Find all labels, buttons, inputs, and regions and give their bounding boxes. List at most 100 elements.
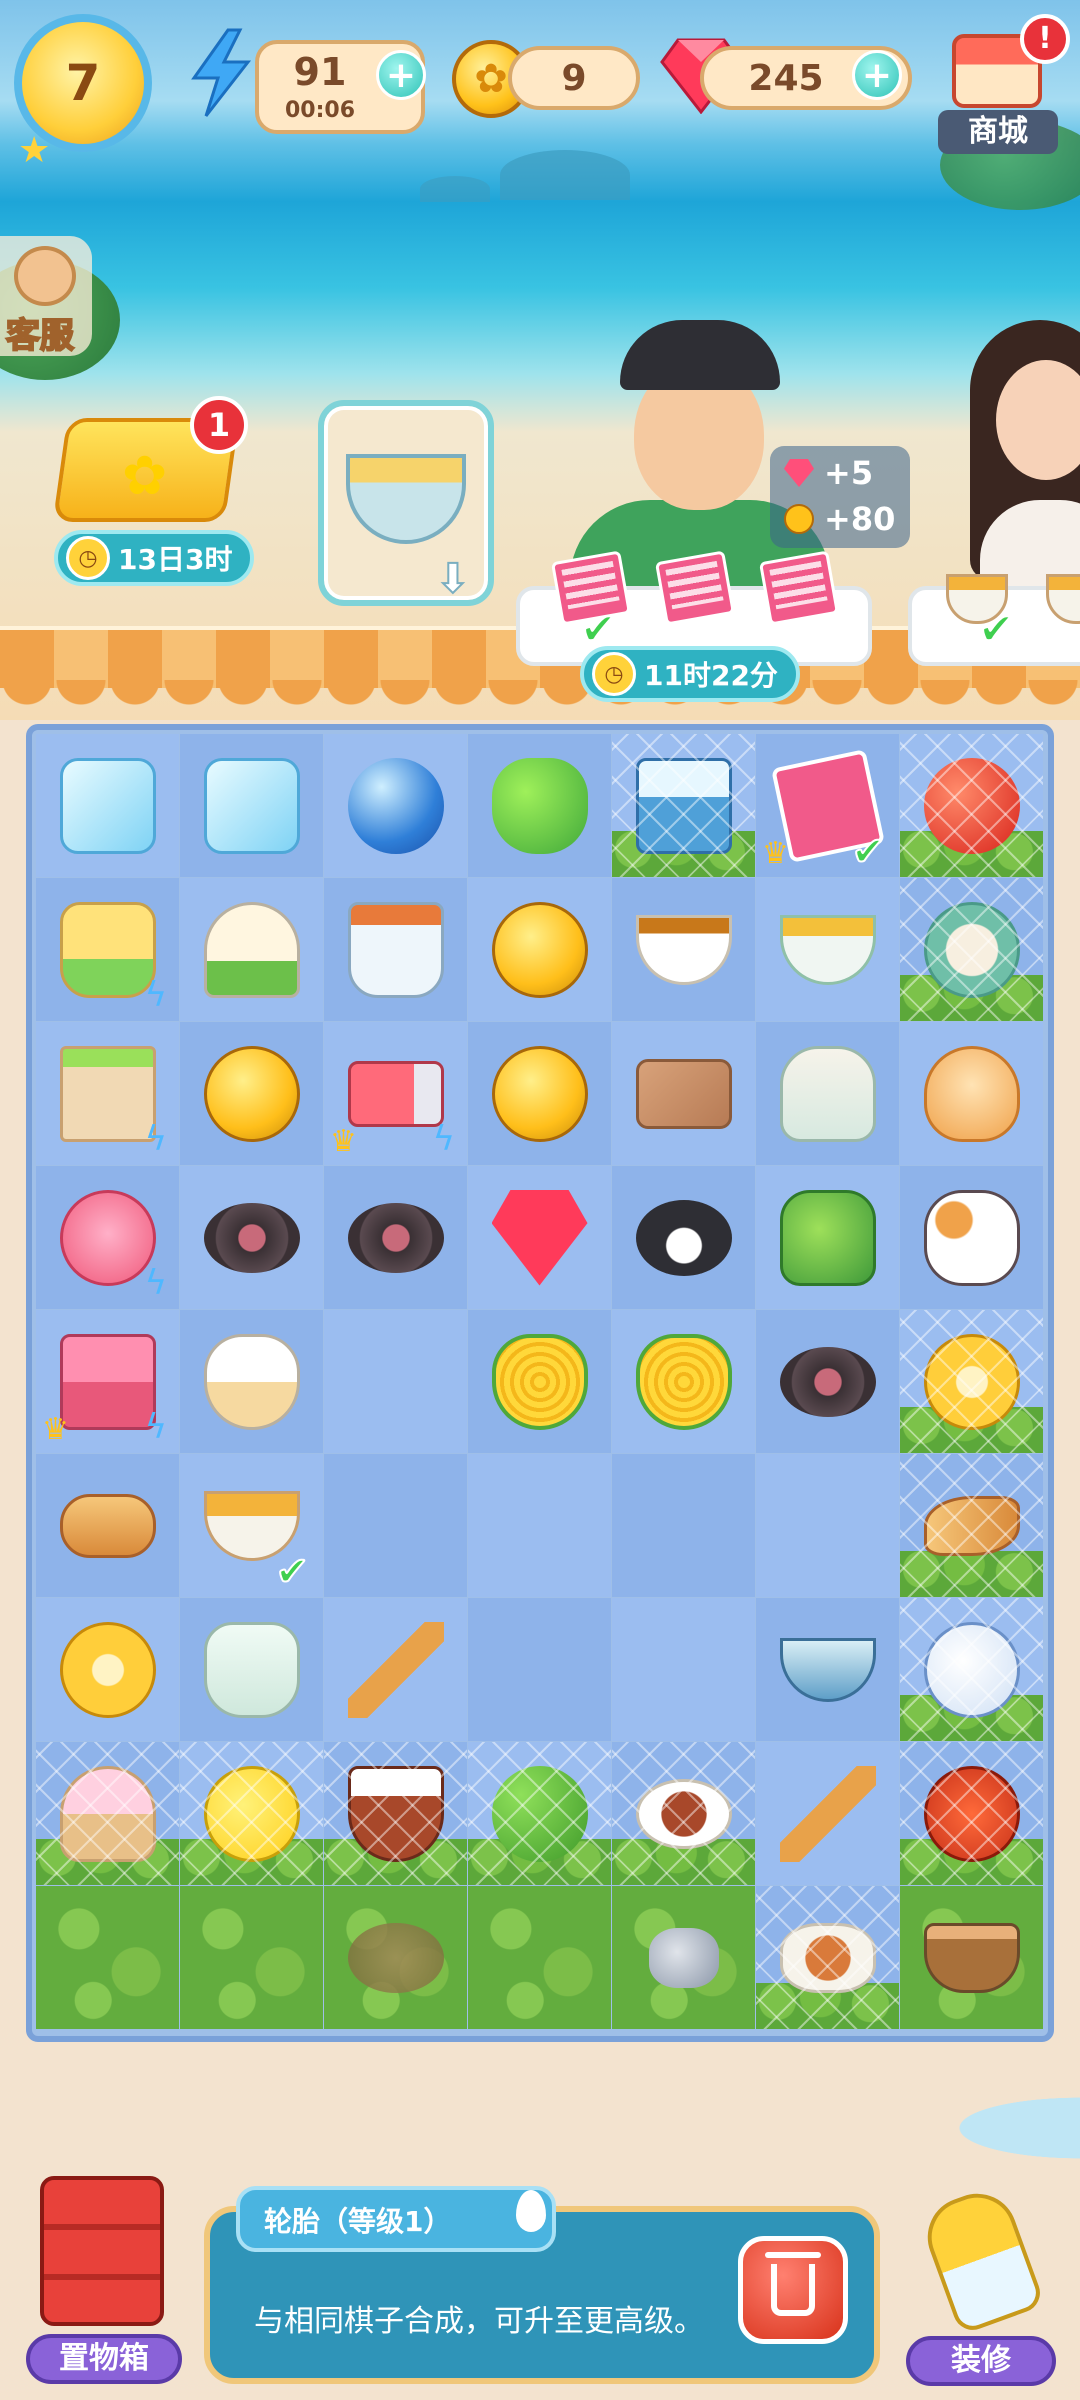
calico-cat-icon bbox=[923, 1189, 1020, 1286]
board-cell-road-sign[interactable]: ♛ ✔ bbox=[756, 734, 899, 877]
board-cell-crab-dish[interactable] bbox=[900, 1742, 1043, 1885]
board-cell-blue-orb[interactable] bbox=[324, 734, 467, 877]
board-cell-gold-coins[interactable] bbox=[468, 1022, 611, 1165]
board-cell-rock[interactable] bbox=[612, 1886, 755, 2029]
trash-icon bbox=[765, 2252, 821, 2316]
board-cell-empty[interactable] bbox=[756, 1454, 899, 1597]
gold-coins-icon bbox=[491, 1045, 588, 1142]
board-cell-teapot[interactable] bbox=[900, 1598, 1043, 1741]
board-cell-empty[interactable] bbox=[612, 1454, 755, 1597]
monkey-avatar-icon bbox=[14, 246, 76, 306]
board-cell-empty[interactable] bbox=[324, 1310, 467, 1453]
board-cell-dirt-patch[interactable] bbox=[324, 1886, 467, 2029]
board-cell-dumpling-bowl[interactable] bbox=[900, 878, 1043, 1021]
add-gems-button[interactable]: + bbox=[852, 50, 902, 100]
coin-reward-value: +80 bbox=[824, 500, 896, 538]
board-cell-cat-tire-toy[interactable] bbox=[756, 1310, 899, 1453]
board-cell-gold-coins[interactable] bbox=[468, 878, 611, 1021]
board-cell-food-machine[interactable]: ♛ ϟ bbox=[36, 1310, 179, 1453]
board-cell-coin-pile[interactable] bbox=[180, 1022, 323, 1165]
egg-soup-bowl-icon bbox=[779, 914, 876, 985]
lightning-icon: ϟ bbox=[144, 1119, 167, 1159]
board-cell-green-pepper[interactable] bbox=[468, 734, 611, 877]
cobweb-lock bbox=[612, 1742, 755, 1885]
board-cell-tea-cup[interactable] bbox=[612, 878, 755, 1021]
lightning-icon: ϟ bbox=[144, 975, 167, 1015]
board-cell-tire[interactable] bbox=[324, 1166, 467, 1309]
board-cell-grass[interactable] bbox=[468, 1886, 611, 2029]
order-card[interactable]: ⬇ bbox=[318, 400, 494, 606]
board-cell-corn-kernel[interactable] bbox=[612, 1310, 755, 1453]
shop-button[interactable]: 商城 ! bbox=[938, 14, 1070, 154]
board-cell-sake-set[interactable] bbox=[756, 1022, 899, 1165]
board-cell-juicer[interactable]: ϟ bbox=[36, 878, 179, 1021]
board-cell-empty[interactable] bbox=[468, 1454, 611, 1597]
coin-icon bbox=[784, 504, 814, 534]
board-cell-fried-snack[interactable] bbox=[36, 1454, 179, 1597]
board-cell-golden-fan[interactable] bbox=[36, 1598, 179, 1741]
item-title: 轮胎（等级1） bbox=[264, 2205, 452, 2238]
board-cell-empty[interactable] bbox=[612, 1598, 755, 1741]
board-cell-lemon-bowl[interactable] bbox=[180, 1742, 323, 1885]
board-cell-grocery-bag[interactable]: ϟ bbox=[36, 1022, 179, 1165]
board-cell-empty[interactable] bbox=[324, 1454, 467, 1597]
board-cell-cherries[interactable] bbox=[900, 734, 1043, 877]
board-cell-corn-cob[interactable] bbox=[468, 1310, 611, 1453]
board-cell-delivery-truck[interactable]: ♛ ϟ bbox=[324, 1022, 467, 1165]
gem-icon bbox=[784, 459, 814, 487]
coin-pile-icon bbox=[203, 1045, 300, 1142]
energy-value: 91 bbox=[293, 50, 347, 94]
board-cell-ice-bowl[interactable] bbox=[36, 734, 179, 877]
board-cell-tree-stump[interactable] bbox=[900, 1886, 1043, 2029]
board-cell-green-jug[interactable] bbox=[756, 1166, 899, 1309]
star-icon: ★ bbox=[18, 130, 51, 171]
lemon-squeezer-icon bbox=[203, 901, 300, 998]
board-cell-pet-bed[interactable]: ϟ bbox=[36, 1166, 179, 1309]
customer-service-button[interactable]: 客服 bbox=[0, 236, 92, 357]
trash-button[interactable] bbox=[738, 2236, 848, 2344]
board-cell-broccoli[interactable] bbox=[468, 1742, 611, 1885]
board-cell-lemon-tea-mug[interactable] bbox=[324, 878, 467, 1021]
wooden-spatula-icon bbox=[347, 1621, 444, 1718]
board-cell-meat-plate[interactable] bbox=[612, 1742, 755, 1885]
board-cell-metal-spatula[interactable] bbox=[756, 1742, 899, 1885]
info-drop-icon[interactable] bbox=[516, 2190, 546, 2232]
cobweb-lock bbox=[900, 1310, 1043, 1453]
board-cell-ice-cubes[interactable] bbox=[180, 734, 323, 877]
board-cell-black-cat[interactable] bbox=[612, 1166, 755, 1309]
board-cell-ruby-gem[interactable] bbox=[468, 1166, 611, 1309]
board-cell-ice-cream-bowl[interactable] bbox=[36, 1742, 179, 1885]
board-cell-grass[interactable] bbox=[180, 1886, 323, 2029]
decorate-button[interactable]: 装修 bbox=[890, 2182, 1070, 2388]
board-cell-egg-soup-bowl[interactable] bbox=[756, 878, 899, 1021]
board-cell-egg-soup-cup[interactable]: ✔ bbox=[180, 1454, 323, 1597]
board-cell-grass[interactable] bbox=[36, 1886, 179, 2029]
board-cell-soup-pot[interactable] bbox=[180, 1310, 323, 1453]
board-cell-parcel[interactable] bbox=[612, 1022, 755, 1165]
check-icon: ✔ bbox=[850, 828, 885, 876]
board-cell-empty[interactable] bbox=[468, 1598, 611, 1741]
gem-reward: +5 bbox=[784, 454, 873, 492]
tea-cup-icon bbox=[635, 914, 732, 985]
board-cell-hot-pot[interactable] bbox=[324, 1742, 467, 1885]
board-cell-white-cup[interactable] bbox=[180, 1598, 323, 1741]
board-cell-lemon-squeezer[interactable] bbox=[180, 878, 323, 1021]
fried-snack-icon bbox=[59, 1493, 156, 1558]
board-cell-fish-plate[interactable] bbox=[756, 1886, 899, 2029]
cat-tire-toy-icon bbox=[779, 1346, 876, 1417]
board-cell-orange-cat[interactable] bbox=[900, 1022, 1043, 1165]
add-energy-button[interactable]: + bbox=[376, 50, 426, 100]
board-cell-golden-vase[interactable] bbox=[900, 1310, 1043, 1453]
board-cell-ice-cooler[interactable] bbox=[612, 734, 755, 877]
down-arrow-icon: ⬇ bbox=[435, 555, 470, 603]
board-cell-wooden-spatula[interactable] bbox=[324, 1598, 467, 1741]
coin-value: 9 bbox=[561, 57, 587, 99]
board-cell-calico-cat[interactable] bbox=[900, 1166, 1043, 1309]
board-cell-tire-stack[interactable] bbox=[180, 1166, 323, 1309]
board-cell-grilled-fish[interactable] bbox=[900, 1454, 1043, 1597]
order-counter[interactable]: ✔ bbox=[908, 574, 1080, 666]
storage-box-button[interactable]: 置物箱 bbox=[18, 2176, 188, 2388]
orange-cat-icon bbox=[923, 1045, 1020, 1142]
board-cell-blue-bowl[interactable] bbox=[756, 1598, 899, 1741]
corn-cob-icon bbox=[491, 1333, 588, 1430]
